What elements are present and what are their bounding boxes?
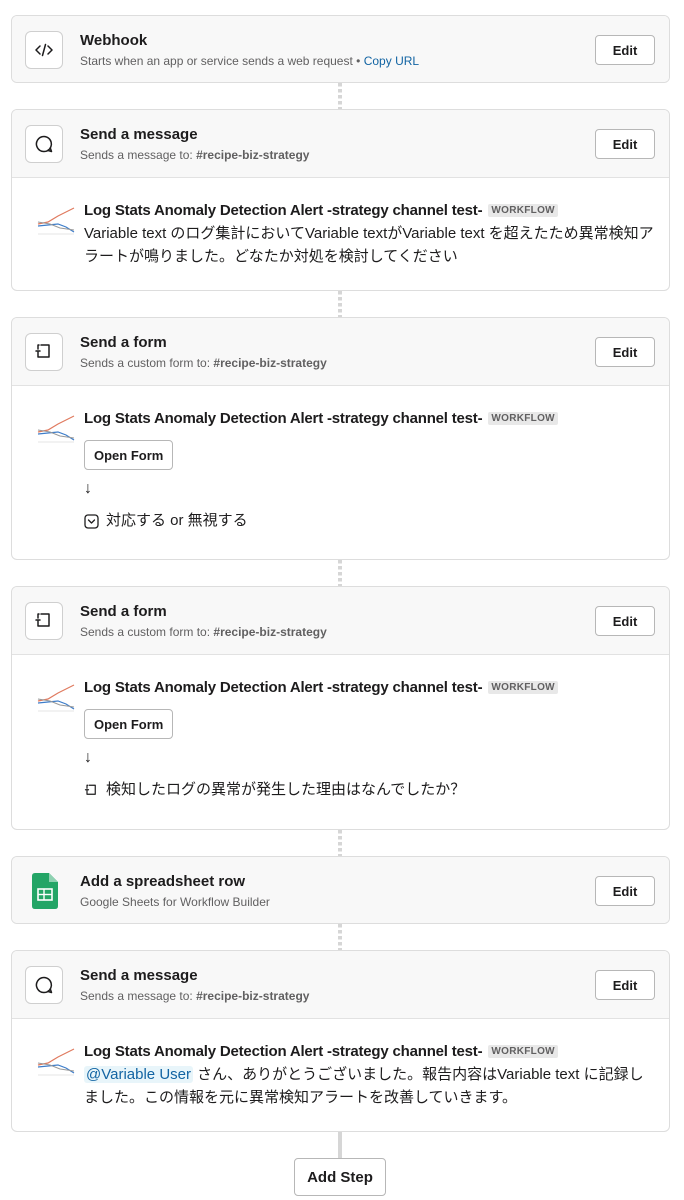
step-card-webhook: Webhook Starts when an app or service se…	[11, 15, 670, 83]
form-field-label: 対応する or 無視する	[106, 512, 248, 529]
open-form-button[interactable]: Open Form	[84, 709, 174, 739]
step-connector	[338, 83, 342, 109]
step-title: Webhook	[80, 32, 148, 49]
message-text: Variable text のログ集計においてVariable textがVar…	[84, 225, 654, 265]
dropdown-field-icon	[84, 513, 99, 529]
step-title: Send a form	[80, 603, 167, 620]
open-form-button[interactable]: Open Form	[84, 440, 174, 470]
channel-name: #recipe-biz-strategy	[213, 625, 327, 639]
step-description: Sends a message to:	[80, 989, 193, 1003]
workflow-badge: WORKFLOW	[488, 411, 558, 425]
edit-button[interactable]: Edit	[595, 129, 655, 159]
step-header: Send a message Sends a message to: #reci…	[12, 951, 669, 1019]
step-title: Send a message	[80, 126, 198, 143]
step-header: Send a form Sends a custom form to: #rec…	[12, 318, 669, 386]
step-description: Sends a custom form to:	[80, 625, 211, 639]
step-connector	[338, 291, 342, 317]
channel-name: #recipe-biz-strategy	[213, 356, 327, 370]
form-field-item: 検知したログの異常が発生した理由はなんでしたか？	[84, 779, 653, 801]
user-mention[interactable]: @Variable User	[84, 1066, 193, 1083]
message-header: Log Stats Anomaly Detection Alert -strat…	[84, 677, 653, 697]
step-title: Add a spreadsheet row	[80, 873, 246, 890]
edit-button[interactable]: Edit	[595, 337, 655, 367]
bot-name: Log Stats Anomaly Detection Alert -strat…	[84, 1042, 483, 1060]
form-icon	[25, 333, 63, 371]
google-sheets-icon	[32, 873, 58, 909]
message-bubble-icon	[25, 125, 63, 163]
step-title: Send a message	[80, 967, 198, 984]
bot-avatar-chart-icon	[36, 410, 76, 448]
message-bubble-icon	[25, 966, 63, 1004]
step-title: Send a form	[80, 334, 167, 351]
code-icon	[25, 31, 63, 69]
add-step-button[interactable]: Add Step	[294, 1158, 386, 1196]
step-header: Webhook Starts when an app or service se…	[12, 16, 669, 82]
copy-url-link[interactable]: Copy URL	[364, 54, 419, 68]
step-connector	[338, 924, 342, 950]
step-connector	[338, 830, 342, 856]
bot-avatar-chart-icon	[36, 679, 76, 717]
message-preview: Log Stats Anomaly Detection Alert -strat…	[12, 1019, 669, 1127]
step-card-send-message: Send a message Sends a message to: #reci…	[11, 109, 670, 291]
form-field-label: 検知したログの異常が発生した理由はなんでしたか？	[106, 781, 466, 798]
message-header: Log Stats Anomaly Detection Alert -strat…	[84, 200, 653, 220]
step-subtitle: Sends a message to: #recipe-biz-strategy	[80, 148, 309, 163]
workflow-badge: WORKFLOW	[488, 680, 558, 694]
separator-dot: •	[356, 54, 361, 68]
step-card-send-form: Send a form Sends a custom form to: #rec…	[11, 586, 670, 830]
workflow-badge: WORKFLOW	[488, 203, 558, 217]
channel-name: #recipe-biz-strategy	[196, 989, 310, 1003]
step-subtitle: Google Sheets for Workflow Builder	[80, 895, 270, 909]
edit-button[interactable]: Edit	[595, 35, 655, 65]
step-subtitle: Starts when an app or service sends a we…	[80, 54, 419, 69]
bot-name: Log Stats Anomaly Detection Alert -strat…	[84, 409, 483, 427]
message-header: Log Stats Anomaly Detection Alert -strat…	[84, 408, 653, 428]
workflow-badge: WORKFLOW	[488, 1044, 558, 1058]
step-description: Sends a message to:	[80, 148, 193, 162]
form-field-item: 対応する or 無視する	[84, 510, 653, 532]
step-header: Send a message Sends a message to: #reci…	[12, 110, 669, 178]
step-subtitle: Sends a message to: #recipe-biz-strategy	[80, 989, 309, 1004]
step-header: Send a form Sends a custom form to: #rec…	[12, 587, 669, 655]
step-description: Sends a custom form to:	[80, 356, 211, 370]
edit-button[interactable]: Edit	[595, 876, 655, 906]
bot-name: Log Stats Anomaly Detection Alert -strat…	[84, 201, 483, 219]
form-icon	[25, 602, 63, 640]
edit-button[interactable]: Edit	[595, 606, 655, 636]
message-preview: Log Stats Anomaly Detection Alert -strat…	[12, 178, 669, 286]
step-connector	[338, 1132, 342, 1158]
channel-name: #recipe-biz-strategy	[196, 148, 310, 162]
step-card-send-form: Send a form Sends a custom form to: #rec…	[11, 317, 670, 560]
form-preview: Log Stats Anomaly Detection Alert -strat…	[12, 386, 669, 550]
step-card-send-message: Send a message Sends a message to: #reci…	[11, 950, 670, 1132]
edit-button[interactable]: Edit	[595, 970, 655, 1000]
step-subtitle: Sends a custom form to: #recipe-biz-stra…	[80, 356, 327, 371]
text-field-icon	[84, 784, 96, 795]
arrow-down-icon: ↓	[84, 749, 92, 766]
step-card-add-spreadsheet-row: Add a spreadsheet row Google Sheets for …	[11, 856, 670, 924]
step-description: Starts when an app or service sends a we…	[80, 54, 353, 68]
bot-avatar-chart-icon	[36, 1043, 76, 1081]
step-connector	[338, 560, 342, 586]
form-preview: Log Stats Anomaly Detection Alert -strat…	[12, 655, 669, 819]
step-subtitle: Sends a custom form to: #recipe-biz-stra…	[80, 625, 327, 640]
arrow-down-icon: ↓	[84, 480, 92, 497]
step-header: Add a spreadsheet row Google Sheets for …	[12, 857, 669, 923]
bot-name: Log Stats Anomaly Detection Alert -strat…	[84, 678, 483, 696]
message-header: Log Stats Anomaly Detection Alert -strat…	[84, 1041, 653, 1061]
message-text: @Variable User さん、ありがとうございました。報告内容はVaria…	[84, 1063, 654, 1109]
bot-avatar-chart-icon	[36, 202, 76, 240]
